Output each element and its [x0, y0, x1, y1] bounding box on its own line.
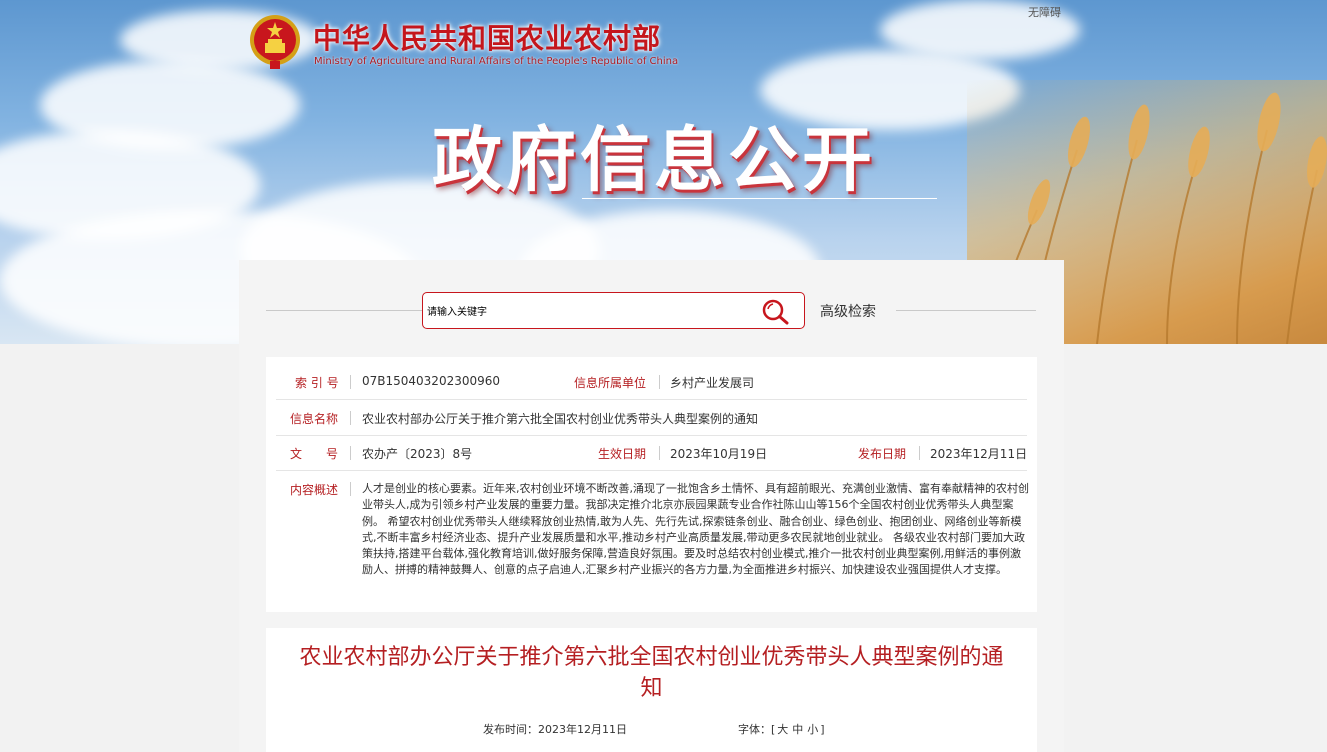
- publish-time-label: 发布时间：: [483, 723, 538, 736]
- accessibility-link[interactable]: 无障碍: [1028, 4, 1061, 20]
- font-small-button[interactable]: 小: [805, 723, 820, 736]
- index-value: 07B150403202300960: [362, 374, 501, 388]
- separator: [350, 446, 351, 460]
- doc-number-value: 农办产〔2023〕8号: [362, 447, 473, 461]
- search-divider-right: [896, 310, 1036, 311]
- font-large-button[interactable]: 大: [775, 723, 790, 736]
- article-title: 农业农村部办公厅关于推介第六批全国农村创业优秀带头人典型案例的通知: [299, 645, 1004, 701]
- publish-time-value: 2023年12月11日: [538, 723, 627, 736]
- font-medium-button[interactable]: 中: [790, 723, 805, 736]
- separator: [659, 375, 660, 389]
- font-size-label: 字体：: [738, 723, 771, 736]
- font-size-control: 字体：[大中小]: [738, 721, 825, 737]
- summary-label: 内容概述: [290, 483, 339, 497]
- row-divider: [276, 399, 1027, 400]
- index-label: 索 引 号: [295, 376, 339, 390]
- row-divider: [276, 435, 1027, 436]
- search-icon[interactable]: [761, 298, 791, 326]
- bracket-close: ]: [820, 723, 825, 736]
- org-label: 信息所属单位: [574, 376, 647, 390]
- doc-number-label: 文 号: [290, 447, 339, 461]
- separator: [919, 446, 920, 460]
- ministry-name-en: Ministry of Agriculture and Rural Affair…: [314, 56, 679, 67]
- row-divider: [276, 470, 1027, 471]
- separator: [350, 375, 351, 389]
- article-card: 农业农村部办公厅关于推介第六批全国农村创业优秀带头人典型案例的通知 发布时间：2…: [266, 628, 1037, 752]
- info-table: 索 引 号 07B150403202300960 信息所属单位 乡村产业发展司 …: [266, 357, 1037, 612]
- banner-title: 政府信息公开: [432, 119, 876, 201]
- summary-text: 人才是创业的核心要素。近年来,农村创业环境不断改善,涌现了一批饱含乡土情怀、具有…: [362, 482, 1029, 577]
- effective-date-value: 2023年10月19日: [670, 447, 768, 461]
- search-divider-left: [266, 310, 422, 311]
- ministry-name-cn: 中华人民共和国农业农村部: [313, 22, 662, 55]
- separator: [350, 411, 351, 425]
- title-divider: [582, 198, 937, 199]
- separator: [659, 446, 660, 460]
- search-box: [422, 292, 805, 329]
- effective-date-label: 生效日期: [598, 447, 647, 461]
- name-value: 农业农村部办公厅关于推介第六批全国农村创业优秀带头人典型案例的通知: [362, 412, 759, 426]
- separator: [350, 482, 351, 496]
- name-label: 信息名称: [290, 412, 339, 426]
- org-value: 乡村产业发展司: [670, 376, 755, 390]
- search-input[interactable]: [425, 301, 749, 323]
- publish-date-label: 发布日期: [858, 447, 907, 461]
- advanced-search-link[interactable]: 高级检索: [820, 301, 876, 321]
- national-emblem-icon: [248, 13, 302, 71]
- publish-time: 发布时间：2023年12月11日: [483, 721, 627, 737]
- publish-date-value: 2023年12月11日: [930, 447, 1028, 461]
